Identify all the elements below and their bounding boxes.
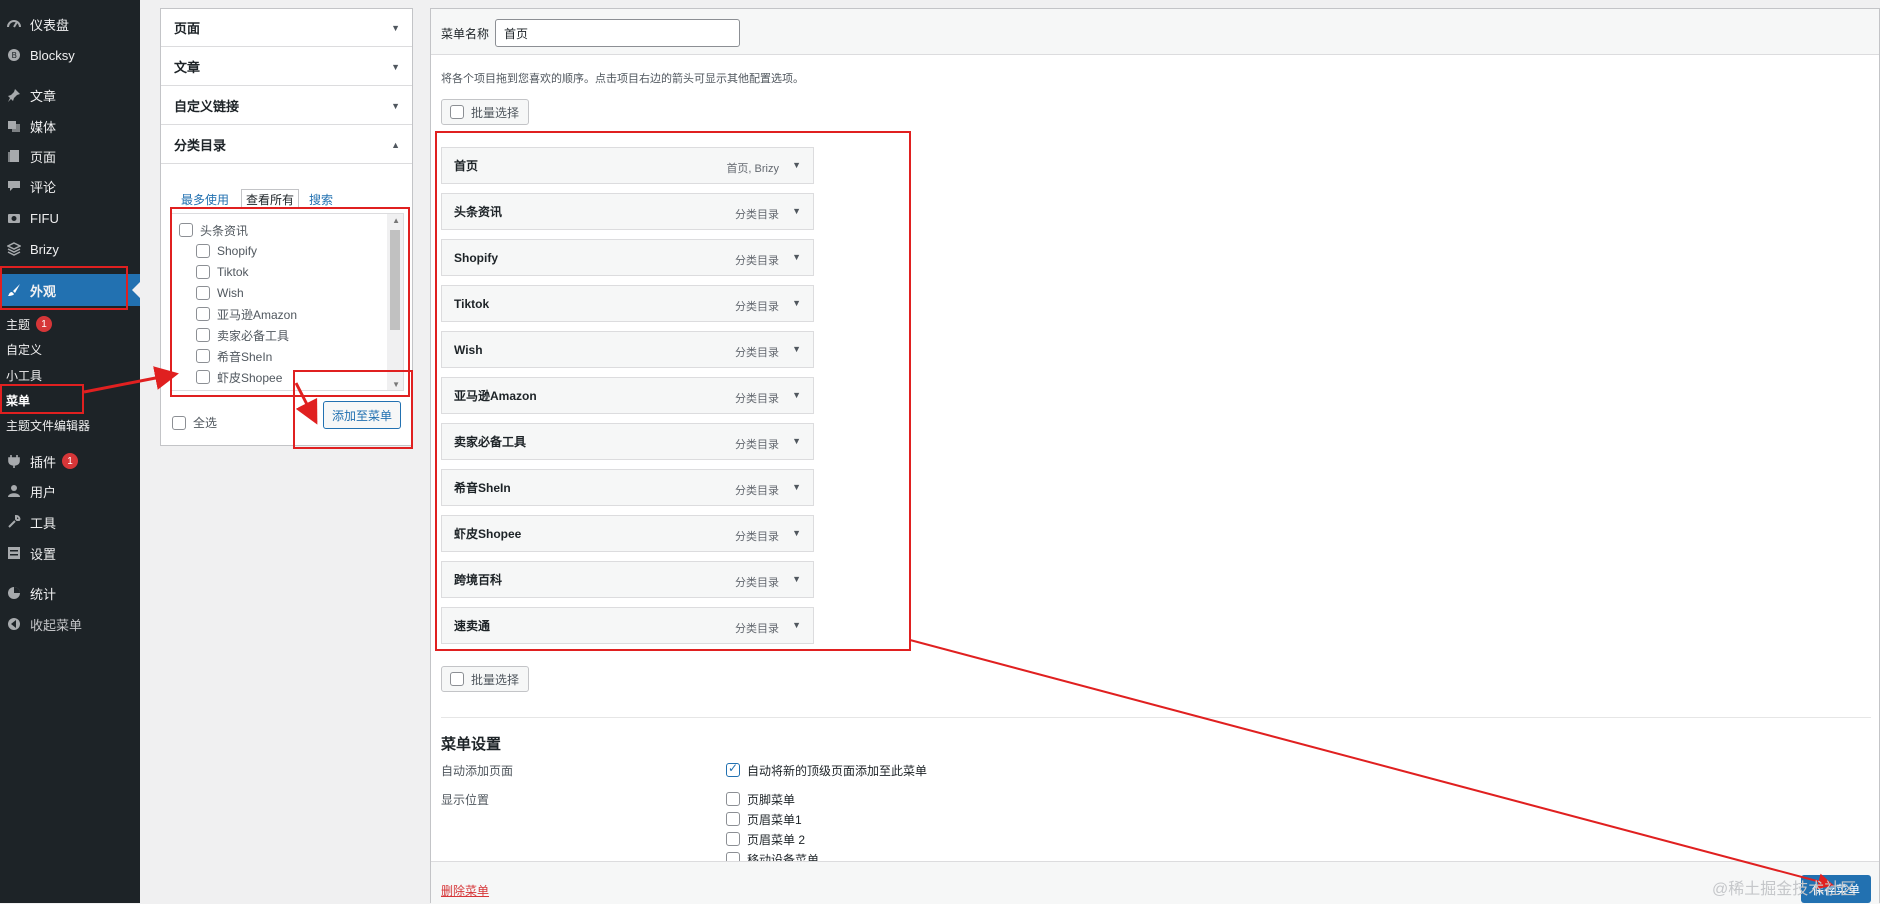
annotation-arrow [83, 366, 179, 394]
annotation-arrow [294, 382, 318, 425]
watermark: @稀土掘金技术社区 [1712, 881, 1857, 898]
annotation-arrow [909, 639, 1834, 890]
annotation-arrows [83, 366, 1834, 890]
